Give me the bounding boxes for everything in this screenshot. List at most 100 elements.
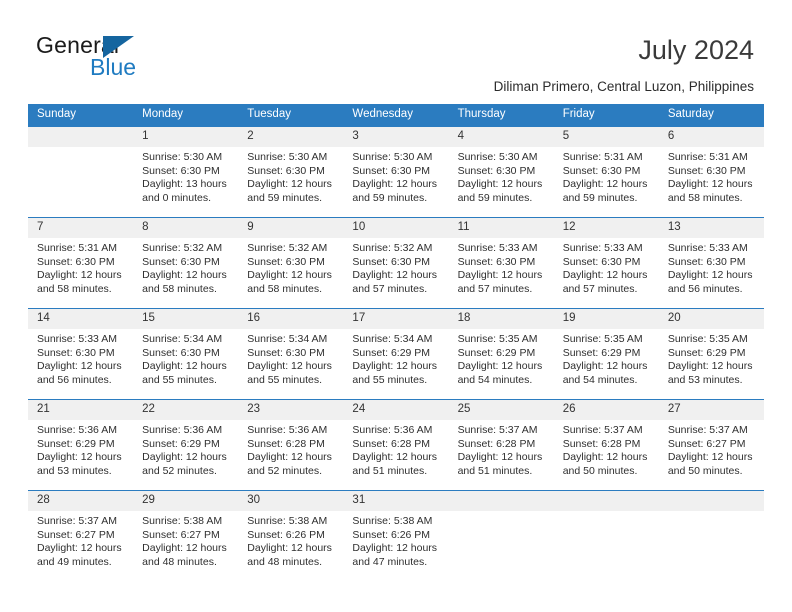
daylight-line: Daylight: 12 hours [457, 178, 543, 191]
day-number: 17 [343, 309, 449, 329]
sunrise-line: Sunrise: 5:32 AM [247, 242, 328, 254]
daylight-line: Daylight: 12 hours [667, 269, 753, 282]
calendar-day-cell[interactable]: 24 Sunrise: 5:36 AM Sunset: 6:28 PM Dayligh… [343, 399, 449, 491]
daylight-line: Daylight: 12 hours [562, 269, 648, 282]
calendar-day-cell[interactable]: 31 Sunrise: 5:38 AM Sunset: 6:26 PM Dayligh… [343, 490, 449, 581]
calendar-day-cell[interactable]: 18 Sunrise: 5:35 AM Sunset: 6:29 PM Dayligh… [448, 308, 554, 400]
daylight-line: Daylight: 12 hours [562, 451, 648, 464]
day-sun-details: Sunrise: 5:32 AM Sunset: 6:30 PM Daylight:… [238, 238, 343, 296]
calendar-day-cell-empty [553, 490, 659, 581]
day-number: 12 [553, 218, 659, 238]
calendar-day-cell[interactable]: 8 Sunrise: 5:32 AM Sunset: 6:30 PM Daylight… [133, 217, 239, 309]
sunrise-line: Sunrise: 5:32 AM [142, 242, 223, 254]
daylight-line-cont: and 59 minutes. [457, 191, 533, 204]
daylight-line: Daylight: 12 hours [37, 542, 122, 555]
weekday-header-tuesday: Tuesday [238, 104, 344, 127]
page-title: July 2024 [638, 35, 754, 65]
day-sun-details: Sunrise: 5:36 AM Sunset: 6:28 PM Daylight:… [343, 420, 448, 478]
day-number: 20 [658, 309, 764, 329]
calendar-day-cell[interactable]: 23 Sunrise: 5:36 AM Sunset: 6:28 PM Dayligh… [238, 399, 344, 491]
calendar-day-cell[interactable]: 26 Sunrise: 5:37 AM Sunset: 6:28 PM Dayligh… [553, 399, 659, 491]
calendar-day-cell[interactable]: 30 Sunrise: 5:38 AM Sunset: 6:26 PM Dayligh… [238, 490, 344, 581]
sunset-line: Sunset: 6:29 PM [667, 346, 746, 359]
sunset-line: Sunset: 6:26 PM [352, 528, 431, 541]
sunset-line: Sunset: 6:29 PM [562, 346, 641, 359]
sunrise-line: Sunrise: 5:34 AM [352, 333, 433, 345]
day-sun-details: Sunrise: 5:30 AM Sunset: 6:30 PM Daylight:… [449, 147, 554, 205]
day-number: 6 [658, 127, 764, 147]
sunset-line: Sunset: 6:26 PM [247, 528, 325, 541]
sunset-line: Sunset: 6:29 PM [352, 346, 431, 359]
day-number: 10 [343, 218, 449, 238]
calendar-day-cell[interactable]: 12 Sunrise: 5:33 AM Sunset: 6:30 PM Dayligh… [553, 217, 659, 309]
calendar-day-cell[interactable]: 7 Sunrise: 5:31 AM Sunset: 6:30 PM Daylight… [28, 217, 134, 309]
weekday-header-wednesday: Wednesday [343, 104, 449, 127]
calendar-day-cell[interactable]: 22 Sunrise: 5:36 AM Sunset: 6:29 PM Dayligh… [133, 399, 239, 491]
calendar-day-cell[interactable]: 29 Sunrise: 5:38 AM Sunset: 6:27 PM Dayligh… [133, 490, 239, 581]
daylight-line-cont: and 53 minutes. [37, 464, 112, 477]
sunset-line: Sunset: 6:30 PM [142, 346, 220, 359]
day-number: 4 [448, 127, 554, 147]
calendar-day-cell[interactable]: 27 Sunrise: 5:37 AM Sunset: 6:27 PM Dayligh… [658, 399, 764, 491]
sunrise-line: Sunrise: 5:30 AM [142, 151, 223, 163]
calendar-day-cell[interactable]: 1 Sunrise: 5:30 AM Sunset: 6:30 PM Daylight… [133, 126, 239, 218]
calendar-day-cell[interactable]: 14 Sunrise: 5:33 AM Sunset: 6:30 PM Dayligh… [28, 308, 134, 400]
calendar-day-cell[interactable]: 4 Sunrise: 5:30 AM Sunset: 6:30 PM Daylight… [448, 126, 554, 218]
sunrise-line: Sunrise: 5:33 AM [37, 333, 117, 345]
day-number: 14 [28, 309, 134, 329]
calendar-day-cell[interactable]: 15 Sunrise: 5:34 AM Sunset: 6:30 PM Dayligh… [133, 308, 239, 400]
sunset-line: Sunset: 6:27 PM [667, 437, 746, 450]
day-number: 31 [343, 491, 449, 511]
calendar-day-cell[interactable]: 5 Sunrise: 5:31 AM Sunset: 6:30 PM Daylight… [553, 126, 659, 218]
day-sun-details: Sunrise: 5:30 AM Sunset: 6:30 PM Daylight:… [343, 147, 448, 205]
calendar-header-row: Sunday Monday Tuesday Wednesday Thursday… [28, 104, 764, 127]
calendar-day-cell[interactable]: 20 Sunrise: 5:35 AM Sunset: 6:29 PM Dayligh… [658, 308, 764, 400]
sunrise-line: Sunrise: 5:36 AM [37, 424, 117, 436]
daylight-line: Daylight: 12 hours [352, 269, 438, 282]
day-sun-details: Sunrise: 5:33 AM Sunset: 6:30 PM Daylight:… [449, 238, 554, 296]
daylight-line-cont: and 54 minutes. [457, 373, 533, 386]
calendar-day-cell[interactable]: 6 Sunrise: 5:31 AM Sunset: 6:30 PM Daylight… [658, 126, 764, 218]
day-sun-details: Sunrise: 5:32 AM Sunset: 6:30 PM Daylight:… [133, 238, 238, 296]
day-number: 24 [343, 400, 449, 420]
sunset-line: Sunset: 6:30 PM [667, 164, 746, 177]
calendar-day-cell[interactable]: 10 Sunrise: 5:32 AM Sunset: 6:30 PM Dayligh… [343, 217, 449, 309]
day-sun-details: Sunrise: 5:37 AM Sunset: 6:28 PM Daylight:… [554, 420, 659, 478]
calendar-day-cell[interactable]: 28 Sunrise: 5:37 AM Sunset: 6:27 PM Dayligh… [28, 490, 134, 581]
sunset-line: Sunset: 6:30 PM [562, 255, 641, 268]
daylight-line: Daylight: 13 hours [142, 178, 227, 191]
daylight-line: Daylight: 12 hours [37, 360, 122, 373]
sunrise-line: Sunrise: 5:35 AM [562, 333, 643, 345]
weekday-header-monday: Monday [133, 104, 239, 127]
daylight-line-cont: and 56 minutes. [37, 373, 112, 386]
calendar-day-cell[interactable]: 17 Sunrise: 5:34 AM Sunset: 6:29 PM Dayligh… [343, 308, 449, 400]
daylight-line-cont: and 59 minutes. [352, 191, 428, 204]
day-number: 9 [238, 218, 344, 238]
day-number: 8 [133, 218, 239, 238]
day-number: 18 [448, 309, 554, 329]
daylight-line: Daylight: 12 hours [457, 451, 543, 464]
daylight-line-cont: and 55 minutes. [142, 373, 217, 386]
calendar-day-cell[interactable]: 25 Sunrise: 5:37 AM Sunset: 6:28 PM Dayligh… [448, 399, 554, 491]
sunrise-line: Sunrise: 5:33 AM [562, 242, 643, 254]
calendar-day-cell[interactable]: 19 Sunrise: 5:35 AM Sunset: 6:29 PM Dayligh… [553, 308, 659, 400]
daylight-line: Daylight: 12 hours [352, 360, 438, 373]
sunset-line: Sunset: 6:28 PM [457, 437, 536, 450]
general-blue-logo[interactable]: General Blue [36, 32, 236, 82]
daylight-line: Daylight: 12 hours [142, 542, 227, 555]
weekday-header: Sunday Monday Tuesday Wednesday Thursday… [28, 104, 764, 127]
calendar-day-cell[interactable]: 3 Sunrise: 5:30 AM Sunset: 6:30 PM Daylight… [343, 126, 449, 218]
sunset-line: Sunset: 6:30 PM [457, 255, 536, 268]
daylight-line-cont: and 52 minutes. [247, 464, 322, 477]
daylight-line-cont: and 50 minutes. [667, 464, 743, 477]
sunset-line: Sunset: 6:30 PM [247, 346, 325, 359]
calendar-day-cell[interactable]: 11 Sunrise: 5:33 AM Sunset: 6:30 PM Dayligh… [448, 217, 554, 309]
calendar-day-cell[interactable]: 16 Sunrise: 5:34 AM Sunset: 6:30 PM Dayligh… [238, 308, 344, 400]
calendar-day-cell[interactable]: 2 Sunrise: 5:30 AM Sunset: 6:30 PM Daylight… [238, 126, 344, 218]
day-number: 28 [28, 491, 134, 511]
sunrise-line: Sunrise: 5:32 AM [352, 242, 433, 254]
sunrise-line: Sunrise: 5:31 AM [37, 242, 117, 254]
calendar-day-cell[interactable]: 13 Sunrise: 5:33 AM Sunset: 6:30 PM Dayligh… [658, 217, 764, 309]
calendar-day-cell[interactable]: 9 Sunrise: 5:32 AM Sunset: 6:30 PM Daylight… [238, 217, 344, 309]
calendar-day-cell[interactable]: 21 Sunrise: 5:36 AM Sunset: 6:29 PM Dayligh… [28, 399, 134, 491]
